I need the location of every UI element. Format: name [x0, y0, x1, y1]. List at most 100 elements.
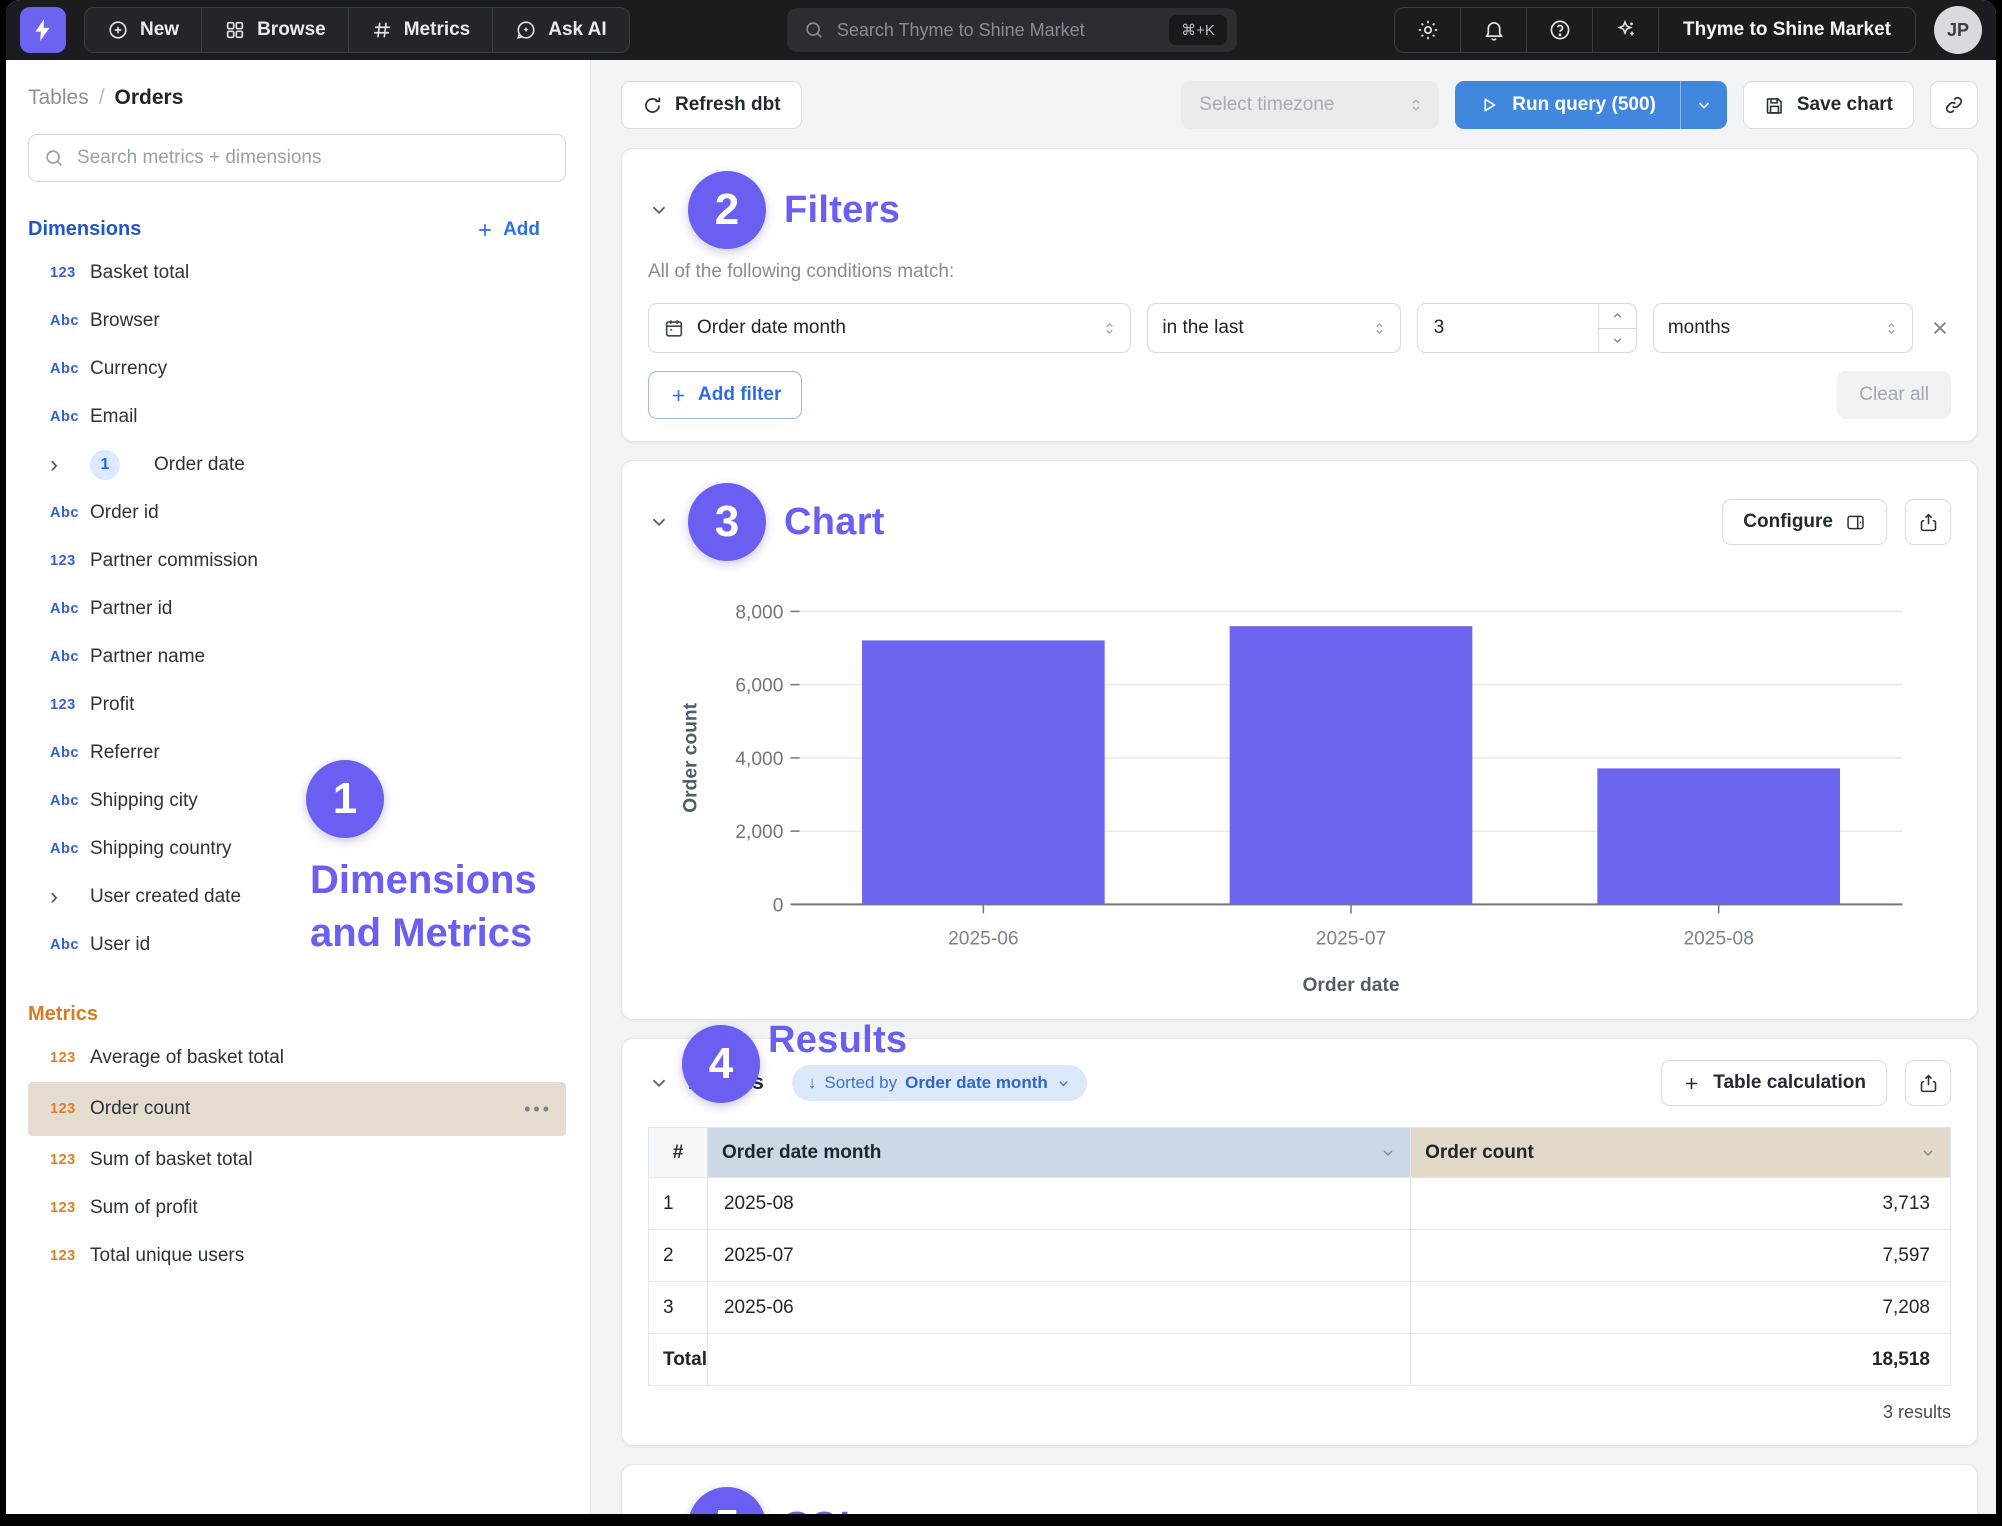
breadcrumb-tables-link[interactable]: Tables [28, 86, 89, 110]
sql-card: 5 SQL [621, 1464, 1978, 1514]
dimension-item[interactable]: 123Profit [28, 681, 566, 729]
add-filter-button[interactable]: Add filter [648, 371, 802, 419]
total-value: 18,518 [1411, 1334, 1951, 1386]
nav-item-ask-ai[interactable]: Ask AI [493, 8, 628, 52]
results-collapse-chevron[interactable] [648, 1072, 670, 1094]
dimension-item[interactable]: AbcPartner id [28, 585, 566, 633]
metric-item[interactable]: 123Sum of basket total [28, 1136, 566, 1184]
sparkles-icon [1614, 18, 1638, 42]
stepper-up-button[interactable] [1599, 304, 1636, 329]
number-type-icon: 123 [50, 1050, 90, 1066]
help-button[interactable] [1527, 8, 1593, 52]
refresh-dbt-button[interactable]: Refresh dbt [621, 81, 802, 129]
order-count-bar-chart: 02,0004,0006,0008,0002025-062025-072025-… [648, 569, 1951, 1022]
filter-operator-select[interactable]: in the last [1147, 303, 1400, 353]
filter-field-select[interactable]: Order date month [648, 303, 1131, 353]
metric-item[interactable]: 123Average of basket total [28, 1034, 566, 1082]
text-type-icon: Abc [50, 745, 90, 761]
bar-2025-08[interactable] [1597, 768, 1840, 904]
dimension-item[interactable]: ›1Order date [28, 441, 566, 489]
org-switcher[interactable]: Thyme to Shine Market [1659, 8, 1915, 52]
nav-item-browse[interactable]: Browse [202, 8, 349, 52]
annotation-4-circle: 4 [682, 1025, 760, 1103]
save-chart-button[interactable]: Save chart [1743, 81, 1914, 129]
nav-item-metrics[interactable]: Metrics [349, 8, 494, 52]
text-type-icon: Abc [50, 937, 90, 953]
column-header-index: # [649, 1128, 708, 1178]
add-dimension-button[interactable]: Add [475, 219, 540, 241]
dimension-item[interactable]: AbcPartner name [28, 633, 566, 681]
nav-item-new[interactable]: New [85, 8, 202, 52]
annotation-1: 1 Dimensions and Metrics [306, 760, 560, 960]
remove-filter-button[interactable] [1929, 317, 1951, 339]
number-type-icon: 123 [50, 1200, 90, 1216]
number-type-icon: 123 [50, 697, 90, 713]
user-avatar[interactable]: JP [1934, 6, 1982, 54]
metric-item[interactable]: 123Sum of profit [28, 1184, 566, 1232]
share-link-button[interactable] [1930, 81, 1978, 129]
run-query-options-button[interactable] [1681, 81, 1727, 129]
dimension-item[interactable]: 123Partner commission [28, 537, 566, 585]
metrics-list: 123Average of basket total123Order count… [28, 1034, 566, 1280]
timezone-select[interactable]: Select timezone [1181, 81, 1439, 129]
results-table: # Order date month Order count 12025-083 [648, 1127, 1951, 1386]
ai-sparkles-button[interactable] [1593, 8, 1659, 52]
breadcrumb: Tables / Orders [28, 86, 566, 110]
metrics-section-title: Metrics [28, 1003, 566, 1026]
number-type-icon: 123 [50, 1248, 90, 1264]
dimension-item[interactable]: AbcEmail [28, 393, 566, 441]
field-label: Sum of basket total [90, 1149, 552, 1171]
number-type-icon: 123 [50, 1152, 90, 1168]
field-menu-button[interactable]: ••• [524, 1099, 552, 1120]
fields-search-box[interactable] [28, 134, 566, 182]
filters-collapse-chevron[interactable] [648, 199, 670, 221]
share-export-icon [1918, 1073, 1939, 1094]
stepper-down-button[interactable] [1599, 329, 1636, 353]
expand-chevron-icon[interactable]: › [50, 885, 90, 909]
filter-value-input[interactable]: 3 [1417, 303, 1637, 353]
chart-area[interactable]: 02,0004,0006,0008,0002025-062025-072025-… [648, 569, 1951, 1022]
settings-button[interactable] [1395, 8, 1461, 52]
lightdash-logo[interactable] [20, 7, 66, 53]
global-search-input[interactable]: Search Thyme to Shine Market ⌘+K [787, 8, 1237, 52]
plus-icon [669, 386, 688, 405]
column-header-order-count[interactable]: Order count [1411, 1128, 1951, 1178]
table-row[interactable]: 12025-083,713 [649, 1178, 1951, 1230]
annotation-1-circle: 1 [306, 760, 384, 838]
metric-item[interactable]: 123Order count••• [28, 1082, 566, 1136]
chart-collapse-chevron[interactable] [648, 511, 670, 533]
chevron-down-icon [1695, 96, 1713, 114]
table-row[interactable]: 22025-077,597 [649, 1230, 1951, 1282]
export-results-button[interactable] [1905, 1060, 1951, 1106]
plus-icon [475, 220, 495, 240]
bar-2025-07[interactable] [1230, 626, 1473, 904]
number-type-icon: 123 [50, 1101, 90, 1117]
close-icon [1929, 317, 1951, 339]
column-header-order-date-month[interactable]: Order date month [707, 1128, 1410, 1178]
notifications-button[interactable] [1461, 8, 1527, 52]
annotation-4-label: Results [768, 1019, 907, 1062]
bar-2025-06[interactable] [862, 640, 1105, 904]
metric-item[interactable]: 123Total unique users [28, 1232, 566, 1280]
sorted-by-badge[interactable]: ↓ Sorted by Order date month [792, 1065, 1087, 1101]
dimension-item[interactable]: 123Basket total [28, 249, 566, 297]
nav-label: Ask AI [548, 19, 606, 41]
filter-unit-select[interactable]: months [1653, 303, 1913, 353]
fields-search-input[interactable] [77, 147, 551, 169]
dimension-item[interactable]: AbcCurrency [28, 345, 566, 393]
annotation-2-label: Filters [784, 189, 900, 232]
explore-toolbar: Refresh dbt Select timezone Run query (5… [621, 80, 1978, 130]
export-chart-button[interactable] [1905, 499, 1951, 545]
configure-chart-button[interactable]: Configure [1722, 499, 1887, 545]
expand-chevron-icon[interactable]: › [50, 453, 90, 477]
table-row[interactable]: 32025-067,208 [649, 1282, 1951, 1334]
results-count: 3 results [648, 1402, 1951, 1423]
run-query-button[interactable]: Run query (500) [1455, 81, 1727, 129]
table-calculation-button[interactable]: Table calculation [1661, 1060, 1887, 1106]
clear-all-filters-button[interactable]: Clear all [1837, 371, 1951, 419]
dimension-item[interactable]: AbcBrowser [28, 297, 566, 345]
primary-nav: New Browse Metrics Ask AI [84, 7, 630, 53]
dimension-item[interactable]: AbcOrder id [28, 489, 566, 537]
filters-subtitle: All of the following conditions match: [648, 261, 1951, 283]
field-count-badge: 1 [90, 450, 120, 480]
